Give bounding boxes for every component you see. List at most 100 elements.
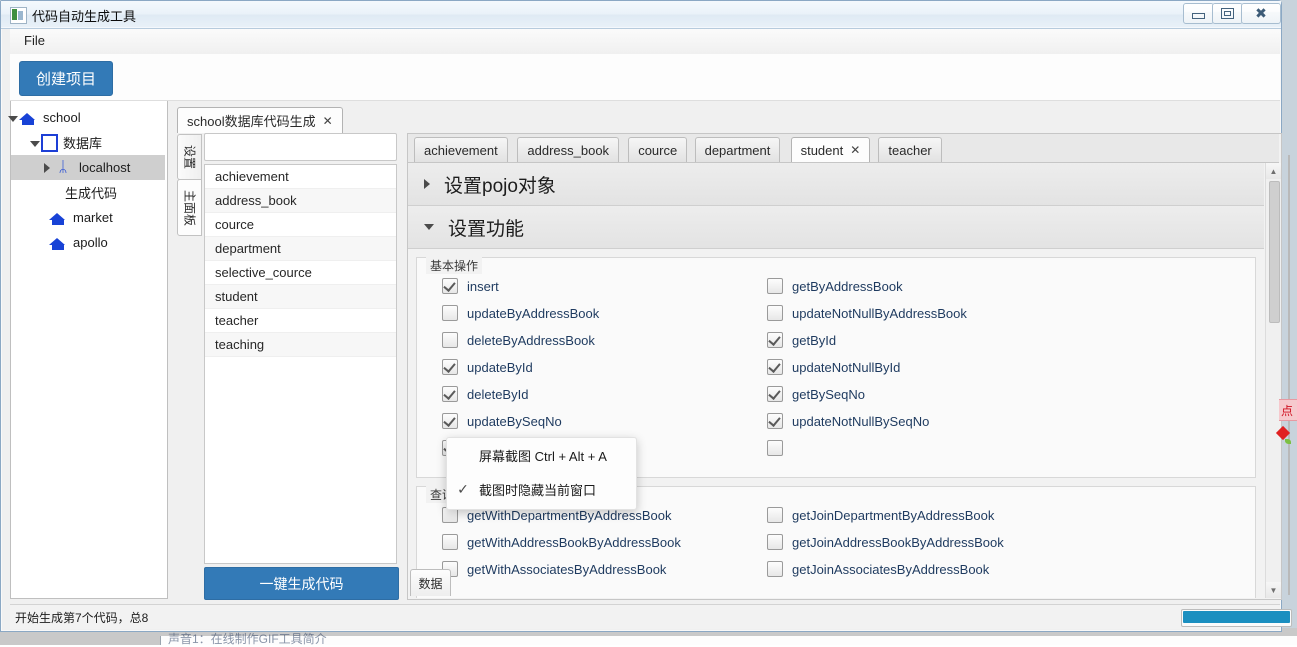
generate-code-button[interactable]: 一键生成代码 [204,567,399,600]
scroll-down-icon[interactable]: ▼ [1266,582,1281,598]
chevron-right-icon[interactable] [424,179,430,189]
tree-item-数据库[interactable]: 数据库 [11,130,165,155]
pin-icon[interactable] [1278,428,1292,448]
side-tab-main-panel[interactable]: 主面板 [177,179,202,236]
checkbox-box[interactable] [767,278,783,294]
checkbox-getJoinAssociatesByAddressBook[interactable]: getJoinAssociatesByAddressBook [767,561,989,577]
checkbox-label: updateBySeqNo [467,414,562,429]
checkbox-unnamed[interactable] [767,440,792,456]
table-list-item[interactable]: address_book [205,189,396,213]
checkbox-label: getJoinAssociatesByAddressBook [792,562,989,577]
tree-item-market[interactable]: market [11,205,165,230]
menu-item-label: 截图时隐藏当前窗口 [479,480,596,499]
checkbox-box[interactable] [442,534,458,550]
content-tab-teacher[interactable]: teacher [878,137,941,162]
chevron-right-icon[interactable] [41,161,55,175]
scrollbar-thumb[interactable] [1269,181,1280,323]
accordion-header-0[interactable]: 设置pojo对象 [408,163,1264,206]
checkbox-box[interactable] [767,359,783,375]
checkbox-updateBySeqNo[interactable]: updateBySeqNo [442,413,562,429]
close-button[interactable]: ✖ [1241,3,1281,24]
content-tab-label: cource [638,143,677,158]
accordion-header-1[interactable]: 设置功能 [408,206,1264,249]
checkbox-label: updateNotNullBySeqNo [792,414,929,429]
maximize-button[interactable] [1212,3,1243,24]
table-list-item[interactable]: selective_cource [205,261,396,285]
tree-item-localhost[interactable]: ᛦlocalhost [11,155,165,180]
checkbox-getById[interactable]: getById [767,332,836,348]
settings-scroll-area[interactable]: 设置pojo对象设置功能基本操作insertgetByAddressBookup… [408,163,1264,598]
checkbox-box[interactable] [442,413,458,429]
checkbox-getJoinDepartmentByAddressBook[interactable]: getJoinDepartmentByAddressBook [767,507,994,523]
floating-tooltip[interactable]: 点 [1279,399,1297,421]
checkbox-box[interactable] [767,561,783,577]
table-list-item[interactable]: teacher [205,309,396,333]
bottom-tab-data[interactable]: 数据 [410,569,451,596]
table-list-item[interactable]: teaching [205,333,396,357]
checkbox-box[interactable] [442,278,458,294]
tree-item-apollo[interactable]: apollo [11,230,165,255]
table-list[interactable]: achievementaddress_bookcourcedepartments… [204,164,397,564]
menu-item-label: 屏幕截图 Ctrl + Alt + A [479,446,607,465]
checkbox-box[interactable] [767,386,783,402]
content-tab-cource[interactable]: cource [628,137,687,162]
content-tab-address_book[interactable]: address_book [517,137,619,162]
content-vertical-scrollbar[interactable]: ▲ ▼ [1265,163,1281,598]
table-list-item[interactable]: student [205,285,396,309]
content-tab-department[interactable]: department [695,137,781,162]
checkbox-label: getJoinAddressBookByAddressBook [792,535,1004,550]
checkbox-updateNotNullByAddressBook[interactable]: updateNotNullByAddressBook [767,305,967,321]
scroll-up-icon[interactable]: ▲ [1266,163,1281,179]
checkbox-getWithAssociatesByAddressBook[interactable]: getWithAssociatesByAddressBook [442,561,666,577]
minimize-button[interactable] [1183,3,1214,24]
checkbox-box[interactable] [767,507,783,523]
checkbox-box[interactable] [442,332,458,348]
checkbox-getByAddressBook[interactable]: getByAddressBook [767,278,903,294]
close-icon[interactable]: ✕ [323,114,333,128]
checkbox-deleteById[interactable]: deleteById [442,386,528,402]
table-list-item[interactable]: cource [205,213,396,237]
table-search-box[interactable] [204,133,397,161]
chevron-down-icon[interactable] [5,111,19,125]
checkbox-box[interactable] [442,305,458,321]
checkbox-deleteByAddressBook[interactable]: deleteByAddressBook [442,332,595,348]
project-tree[interactable]: school数据库ᛦlocalhost 生成代码 marketapollo [10,101,168,599]
table-list-item[interactable]: department [205,237,396,261]
checkbox-box[interactable] [767,332,783,348]
content-tab-achievement[interactable]: achievement [414,137,508,162]
checkbox-getJoinAddressBookByAddressBook[interactable]: getJoinAddressBookByAddressBook [767,534,1004,550]
title-bar[interactable]: 代码自动生成工具 ✖ [1,1,1281,29]
checkbox-box[interactable] [442,386,458,402]
tree-item-school[interactable]: school [11,105,165,130]
bluetooth-icon: ᛦ [55,160,71,175]
menu-item-1[interactable]: ✓截图时隐藏当前窗口 [447,472,636,506]
checkbox-getBySeqNo[interactable]: getBySeqNo [767,386,865,402]
checkbox-updateByAddressBook[interactable]: updateByAddressBook [442,305,599,321]
checkbox-insert[interactable]: insert [442,278,499,294]
table-list-item[interactable]: achievement [205,165,396,189]
tree-item-label: 生成代码 [65,183,117,202]
checkbox-updateNotNullBySeqNo[interactable]: updateNotNullBySeqNo [767,413,929,429]
side-tab-settings[interactable]: 设置 [177,134,202,180]
close-icon[interactable]: ✕ [850,143,860,157]
menu-item-file[interactable]: File [24,33,45,48]
menu-item-0[interactable]: 屏幕截图 Ctrl + Alt + A [447,438,636,472]
checkbox-box[interactable] [442,359,458,375]
checkbox-updateNotNullById[interactable]: updateNotNullById [767,359,900,375]
checkbox-box[interactable] [767,534,783,550]
checkbox-box[interactable] [767,305,783,321]
checkbox-box[interactable] [767,413,783,429]
checkbox-getWithAddressBookByAddressBook[interactable]: getWithAddressBookByAddressBook [442,534,681,550]
create-project-button[interactable]: 创建项目 [19,61,113,96]
document-tab-school[interactable]: school数据库代码生成 ✕ [177,107,343,133]
status-text: 开始生成第7个代码，总8 [15,609,148,626]
chevron-down-icon[interactable] [424,224,434,230]
tree-item-生成代码[interactable]: 生成代码 [11,180,165,205]
screenshot-context-menu[interactable]: 屏幕截图 Ctrl + Alt + A ✓截图时隐藏当前窗口 [446,437,637,510]
table-list-panel: achievementaddress_bookcourcedepartments… [204,133,397,598]
content-tab-student[interactable]: student✕ [791,137,871,162]
table-search-input[interactable] [209,137,393,157]
chevron-down-icon[interactable] [27,136,41,150]
checkbox-updateById[interactable]: updateById [442,359,533,375]
checkbox-box[interactable] [767,440,783,456]
